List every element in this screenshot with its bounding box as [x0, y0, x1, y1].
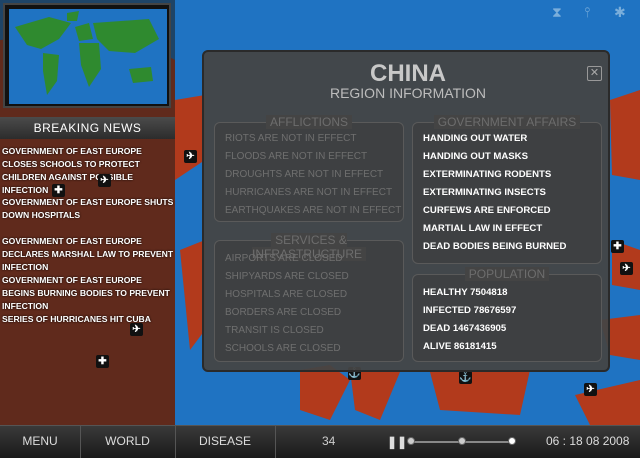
speed-slider-handle[interactable] [508, 437, 516, 445]
service-item: AIRPORTS ARE CLOSED [225, 253, 343, 264]
world-button[interactable]: WORLD [80, 426, 176, 458]
government-item: DEAD BODIES BEING BURNED [423, 241, 567, 252]
population-title: POPULATION [464, 267, 550, 281]
speed-slider-stop[interactable] [458, 437, 466, 445]
hospital-cross-icon[interactable]: ✚ [96, 355, 109, 368]
speed-slider-stop[interactable] [407, 437, 415, 445]
disease-button[interactable]: DISEASE [175, 426, 276, 458]
airplane-icon[interactable]: ✈ [98, 174, 111, 187]
minimap-world-icon [9, 9, 167, 104]
service-item: BORDERS ARE CLOSED [225, 307, 342, 318]
government-item: MARTIAL LAW IN EFFECT [423, 223, 543, 234]
service-item: HOSPITALS ARE CLOSED [225, 289, 348, 300]
afflictions-title: AFFLICTIONS [265, 115, 352, 129]
news-item: GOVERNMENT OF EAST EUROPE CLOSES SCHOOLS… [2, 146, 142, 195]
government-panel: GOVERNMENT AFFAIRS HANDING OUT WATER HAN… [412, 115, 602, 264]
affliction-item: FLOODS ARE NOT IN EFFECT [225, 151, 368, 162]
region-subtitle: REGION INFORMATION [329, 85, 487, 101]
news-item: GOVERNMENT OF EAST EUROPE BEGINS BURNING… [2, 275, 170, 311]
population-dead: DEAD 1467436905 [423, 323, 507, 334]
services-panel: SERVICES & INFRASTRUCTURE AIRPORTS ARE C… [214, 233, 404, 362]
hospital-cross-icon[interactable]: ✚ [52, 184, 65, 197]
government-title: GOVERNMENT AFFAIRS [433, 115, 581, 129]
airplane-icon[interactable]: ✈ [620, 262, 633, 275]
service-item: TRANSIT IS CLOSED [225, 325, 324, 336]
affliction-item: RIOTS ARE NOT IN EFFECT [225, 133, 357, 144]
population-panel: POPULATION HEALTHY 7504818 INFECTED 7867… [412, 267, 602, 362]
speed-slider[interactable] [407, 437, 516, 445]
breaking-news-title: BREAKING NEWS [0, 117, 175, 139]
hourglass-icon[interactable]: ⧗ [552, 4, 562, 21]
day-counter: 34 [322, 434, 336, 448]
population-infected: INFECTED 78676597 [423, 305, 517, 316]
settings-icon[interactable]: ✱ [614, 4, 626, 21]
affliction-item: HURRICANES ARE NOT IN EFFECT [225, 187, 393, 198]
region-name: CHINA [370, 60, 446, 87]
government-item: HANDING OUT MASKS [423, 151, 528, 162]
thermometer-icon[interactable]: ⫯ [584, 4, 590, 21]
bottom-bar: MENU WORLD DISEASE 34 ❚❚ 06 : 18 08 2008 [0, 425, 640, 458]
hospital-cross-icon[interactable]: ✚ [611, 240, 624, 253]
government-item: EXTERMINATING INSECTS [423, 187, 546, 198]
population-alive: ALIVE 86181415 [423, 341, 497, 352]
pause-icon[interactable]: ❚❚ [387, 435, 407, 449]
afflictions-panel: AFFLICTIONS RIOTS ARE NOT IN EFFECT FLOO… [214, 115, 404, 222]
news-item: GOVERNMENT OF EAST EUROPE SHUTS DOWN HOS… [2, 197, 174, 220]
government-item: EXTERMINATING RODENTS [423, 169, 552, 180]
game-datetime: 06 : 18 08 2008 [546, 434, 630, 448]
service-item: SHIPYARDS ARE CLOSED [225, 271, 349, 282]
population-healthy: HEALTHY 7504818 [423, 287, 508, 298]
government-item: HANDING OUT WATER [423, 133, 528, 144]
minimap[interactable] [3, 3, 171, 108]
menu-button[interactable]: MENU [0, 426, 81, 458]
news-item: SERIES OF HURRICANES HIT CUBA [2, 314, 151, 324]
sidebar: BREAKING NEWS GOVERNMENT OF EAST EUROPE … [0, 0, 175, 425]
government-item: CURFEWS ARE ENFORCED [423, 205, 551, 216]
region-info-dialog: ✕ CHINA REGION INFORMATION AFFLICTIONS R… [202, 50, 610, 372]
news-item: GOVERNMENT OF EAST EUROPE DECLARES MARSH… [2, 236, 174, 272]
airplane-icon[interactable]: ✈ [584, 383, 597, 396]
service-item: SCHOOLS ARE CLOSED [225, 343, 341, 354]
anchor-icon[interactable]: ⚓ [459, 371, 472, 384]
affliction-item: DROUGHTS ARE NOT IN EFFECT [225, 169, 384, 180]
airplane-icon[interactable]: ✈ [130, 323, 143, 336]
airplane-icon[interactable]: ✈ [184, 150, 197, 163]
affliction-item: EARTHQUAKES ARE NOT IN EFFECT [225, 205, 402, 216]
